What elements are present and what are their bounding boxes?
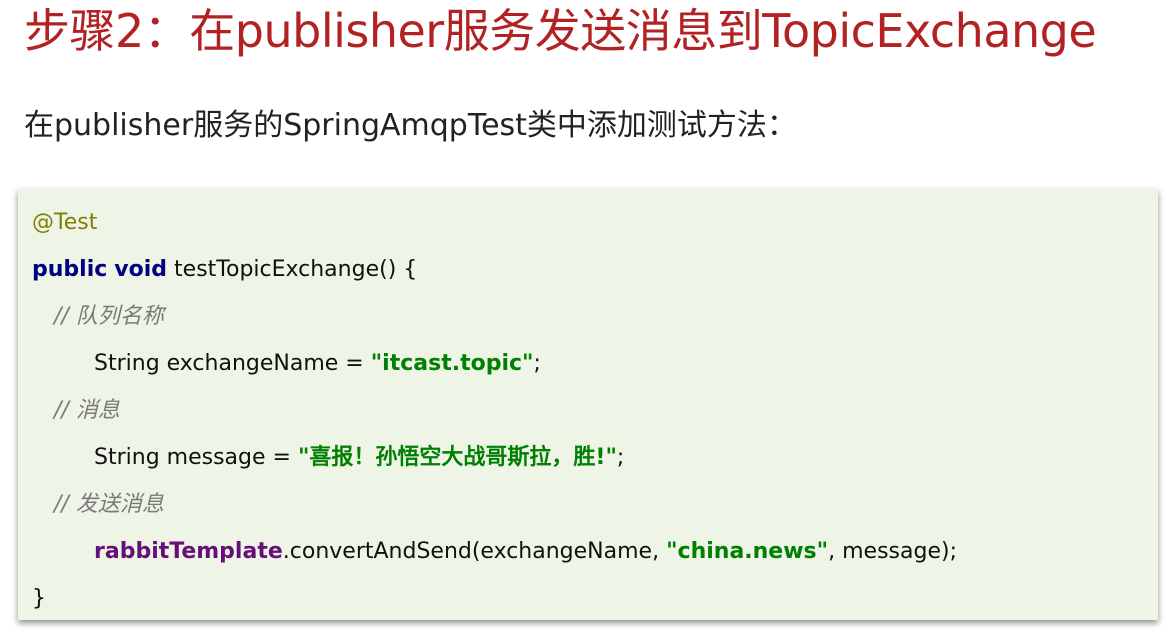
routing-key-string: "china.news" bbox=[666, 539, 829, 564]
code-line-comment-send: // 发送消息 bbox=[54, 487, 164, 523]
message-string: "喜报！孙悟空大战哥斯拉，胜!" bbox=[297, 445, 617, 470]
keyword-void: void bbox=[114, 257, 168, 282]
comment-message: // 消息 bbox=[54, 398, 120, 423]
exchange-declaration: String exchangeName = bbox=[94, 351, 371, 376]
code-line-exchange: String exchangeName = "itcast.topic"; bbox=[94, 346, 541, 382]
page-title: 步骤2：在publisher服务发送消息到TopicExchange bbox=[24, 4, 1097, 58]
annotation-token: @Test bbox=[32, 210, 98, 235]
code-line-message: String message = "喜报！孙悟空大战哥斯拉，胜!"; bbox=[94, 440, 624, 476]
method-signature: testTopicExchange() { bbox=[174, 257, 418, 282]
semicolon: ; bbox=[533, 351, 541, 376]
semicolon: ; bbox=[616, 445, 625, 470]
comment-queue-name: // 队列名称 bbox=[54, 304, 164, 329]
send-call-end: , message); bbox=[828, 539, 957, 564]
keyword-public: public bbox=[32, 257, 108, 282]
code-line-comment-message: // 消息 bbox=[54, 393, 120, 429]
code-line-comment-queue: // 队列名称 bbox=[54, 299, 164, 335]
message-declaration: String message = bbox=[94, 445, 298, 470]
exchange-string: "itcast.topic" bbox=[370, 351, 534, 376]
page-subtitle: 在publisher服务的SpringAmqpTest类中添加测试方法： bbox=[24, 108, 797, 143]
code-line-send: rabbitTemplate.convertAndSend(exchangeNa… bbox=[94, 534, 957, 570]
code-line-annotation: @Test bbox=[32, 205, 97, 241]
closing-brace: } bbox=[32, 586, 46, 611]
code-block: @Test public void testTopicExchange() { … bbox=[18, 189, 1158, 620]
send-call: .convertAndSend(exchangeName, bbox=[282, 539, 667, 564]
comment-send: // 发送消息 bbox=[54, 492, 164, 517]
code-line-method: public void testTopicExchange() { bbox=[32, 252, 417, 288]
code-line-closing: } bbox=[32, 581, 46, 617]
template-field: rabbitTemplate bbox=[94, 539, 283, 564]
